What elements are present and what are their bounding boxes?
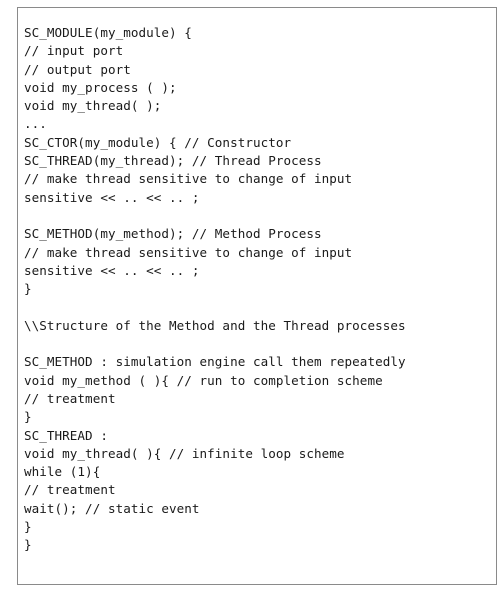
code-listing-frame: SC_MODULE(my_module) { // input port // ou… xyxy=(17,7,497,585)
code-line: sensitive << .. << .. ; xyxy=(24,262,200,278)
code-line: SC_THREAD : xyxy=(24,427,108,443)
code-line: SC_CTOR(my_module) { // Constructor xyxy=(24,134,292,150)
code-line: // treatment xyxy=(24,482,116,498)
code-line: // output port xyxy=(24,61,131,77)
code-line: wait(); // static event xyxy=(24,500,200,516)
code-line: while (1){ xyxy=(24,464,101,480)
code-line: // make thread sensitive to change of in… xyxy=(24,244,353,260)
code-line: SC_THREAD(my_thread); // Thread Process xyxy=(24,153,322,169)
code-line: // input port xyxy=(24,43,124,59)
code-line: void my_process ( ); xyxy=(24,79,177,95)
code-line: SC_MODULE(my_module) { xyxy=(24,25,192,40)
code-line: void my_thread( ); xyxy=(24,98,162,114)
code-line: // treatment xyxy=(24,390,116,406)
code-line: SC_METHOD : simulation engine call them … xyxy=(24,354,406,370)
code-line: ... xyxy=(24,116,47,132)
code-line: } xyxy=(24,519,32,535)
code-line: void my_thread( ){ // infinite loop sche… xyxy=(24,445,345,461)
code-line: } xyxy=(24,281,32,297)
code-line: } xyxy=(24,537,32,553)
code-line: sensitive << .. << .. ; xyxy=(24,189,200,205)
code-listing-text: SC_MODULE(my_module) { // input port // ou… xyxy=(24,24,492,555)
code-line: // make thread sensitive to change of in… xyxy=(24,171,353,187)
code-line: \\Structure of the Method and the Thread… xyxy=(24,317,406,333)
code-line: void my_method ( ){ // run to completion… xyxy=(24,372,383,388)
code-line: } xyxy=(24,409,32,425)
code-line: SC_METHOD(my_method); // Method Process xyxy=(24,226,322,242)
